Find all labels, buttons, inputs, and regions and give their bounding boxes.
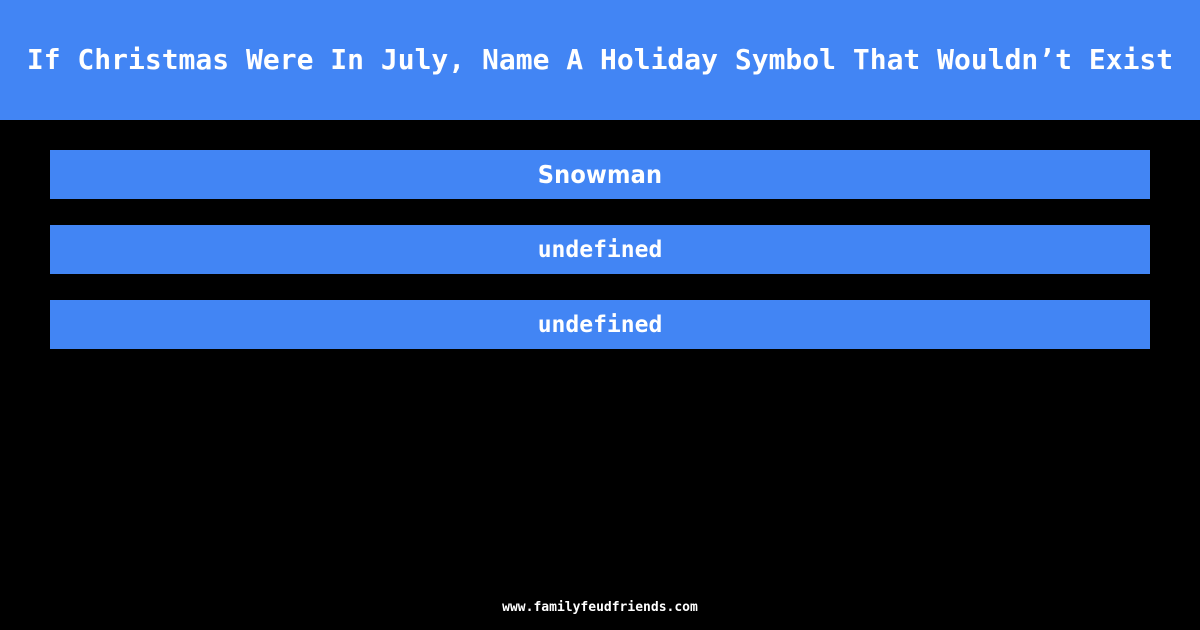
answer-row-3[interactable]: undefined	[50, 300, 1150, 349]
answer-row-1[interactable]: Snowman	[50, 150, 1150, 199]
site-url: www.familyfeudfriends.com	[502, 600, 698, 615]
family-feud-question-card: If Christmas Were In July, Name A Holida…	[0, 0, 1200, 630]
answer-label-1: Snowman	[537, 159, 663, 189]
answer-label-2: undefined	[537, 236, 663, 263]
answer-label-3: undefined	[537, 311, 663, 338]
answer-list: Snowman undefined undefined	[50, 150, 1150, 375]
question-text: If Christmas Were In July, Name A Holida…	[26, 43, 1174, 76]
footer: www.familyfeudfriends.com	[0, 596, 1200, 616]
question-header: If Christmas Were In July, Name A Holida…	[0, 0, 1200, 120]
answer-row-2[interactable]: undefined	[50, 225, 1150, 274]
